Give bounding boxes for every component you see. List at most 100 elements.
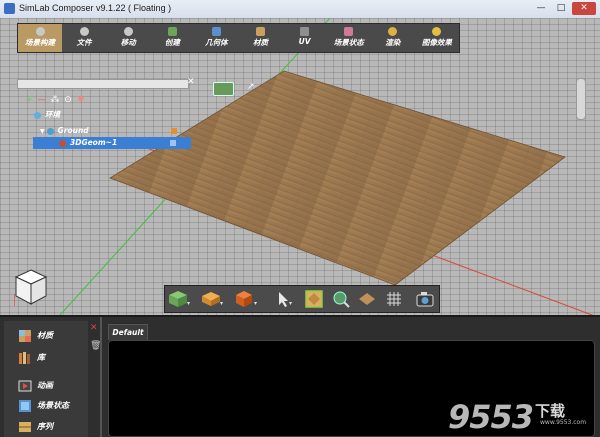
link-icon[interactable]: ⁂ <box>50 95 60 105</box>
trash-icon[interactable]: 🗑 <box>90 341 101 351</box>
site-watermark-sub: 下载 <box>535 402 566 420</box>
close-button[interactable]: ✕ <box>572 2 596 15</box>
tree-node-3dgeom[interactable]: 3DGeom~1 <box>33 137 191 149</box>
tab-default[interactable]: Default <box>108 324 148 340</box>
tab-image-effect[interactable]: 图像效果 <box>415 24 459 52</box>
tab-label: 移动 <box>120 38 136 47</box>
zoom-fit-icon[interactable] <box>332 290 350 308</box>
create-icon <box>167 27 177 36</box>
library-item-materials[interactable]: 材质 <box>4 327 88 345</box>
view-cube-icon[interactable]: ▾ <box>168 290 190 308</box>
tab-label: UV <box>298 37 311 46</box>
panel-splitter[interactable] <box>100 317 102 437</box>
scene-build-icon <box>35 27 45 36</box>
shading-mode-icon[interactable]: ▾ <box>201 290 223 308</box>
texture-select-icon[interactable] <box>305 290 323 308</box>
lock-icon[interactable] <box>170 140 176 146</box>
tab-label: 图像效果 <box>421 38 452 47</box>
tree-node-label: 3DGeom~1 <box>70 138 118 147</box>
grid-toggle-icon[interactable] <box>385 290 403 308</box>
tree-node-label: Ground <box>57 126 89 135</box>
image-effect-icon <box>432 27 442 36</box>
tab-render[interactable]: 渲染 <box>371 24 415 52</box>
tab-label: 渲染 <box>385 38 401 47</box>
environment-icon <box>34 111 41 119</box>
tab-create[interactable]: 创建 <box>150 24 194 52</box>
viewport-toolbar: ▾ ▾ ▾ ▾ <box>164 285 440 313</box>
window-title: SimLab Composer v9.1.22 ( Floating ) <box>19 3 172 13</box>
site-watermark-url: www.9553.com <box>540 419 587 426</box>
library-item-scene-states[interactable]: 场景状态 <box>4 397 88 415</box>
minimize-button[interactable]: — <box>532 2 550 15</box>
file-icon <box>79 27 89 36</box>
library-item-label: 库 <box>37 353 45 362</box>
scene-search-input[interactable] <box>17 79 189 89</box>
svg-text:▾: ▾ <box>220 300 223 307</box>
library-item-label: 材质 <box>37 331 53 340</box>
collapse-arrow-icon[interactable]: ▼ <box>40 128 45 135</box>
tree-node-label: 环境 <box>45 110 60 119</box>
tab-scene-build[interactable]: 场景构建 <box>18 24 63 52</box>
remove-icon[interactable]: — <box>37 95 47 105</box>
maximize-button[interactable]: □ <box>552 2 570 15</box>
material-icon <box>256 27 266 36</box>
panel-side-tools: ✕ 🗑 <box>90 323 101 351</box>
library-item-label: 场景状态 <box>37 401 69 410</box>
scene-tree-toolbar: + — ⁂ ⊙ ✱ <box>24 95 86 105</box>
svg-text:▾: ▾ <box>254 300 257 307</box>
sequence-icon <box>19 422 31 432</box>
tab-label: 文件 <box>76 38 92 47</box>
move-icon <box>123 27 133 36</box>
library-list: 材质 库 动画 场景状态 序列 <box>4 321 88 437</box>
tab-uv[interactable]: UV <box>283 24 327 52</box>
geometry-icon <box>211 27 221 36</box>
scene-state-icon <box>344 27 354 36</box>
library-item-sequence[interactable]: 序列 <box>4 418 88 436</box>
tools-icon[interactable]: ✱ <box>76 95 86 105</box>
floor-material-icon[interactable] <box>358 290 376 308</box>
library-item-label: 动画 <box>37 381 53 390</box>
lock-icon[interactable] <box>171 128 177 134</box>
navigation-cube[interactable] <box>14 268 48 308</box>
tab-geometry[interactable]: 几何体 <box>194 24 238 52</box>
tab-file[interactable]: 文件 <box>62 24 106 52</box>
camera-icon[interactable] <box>213 82 234 96</box>
tab-move[interactable]: 移动 <box>106 24 150 52</box>
uv-icon <box>300 27 310 36</box>
scene-states-icon <box>19 400 31 412</box>
clear-search-icon[interactable]: ✕ <box>187 77 195 87</box>
tree-node-environment[interactable]: 环境 <box>34 110 60 120</box>
viewport-scene <box>59 18 594 315</box>
main-menu-toolbar: 场景构建 文件 移动 创建 几何体 材质 UV 场景状态 渲染 图像效果 <box>17 23 460 53</box>
materials-icon <box>19 330 31 342</box>
svg-text:▾: ▾ <box>187 300 190 307</box>
zoom-icon[interactable]: ⊙ <box>63 95 73 105</box>
title-bar: SimLab Composer v9.1.22 ( Floating ) — □… <box>0 0 600 19</box>
wooden-floor-plane <box>110 71 565 285</box>
tree-node-ground[interactable]: ▼ Ground <box>40 126 177 136</box>
tab-label: 场景状态 <box>333 38 364 47</box>
tab-label: 几何体 <box>205 38 228 47</box>
library-icon <box>19 352 30 364</box>
object-display-icon[interactable]: ▾ <box>235 290 257 308</box>
geometry-node-icon <box>59 139 66 147</box>
tab-material[interactable]: 材质 <box>238 24 282 52</box>
3d-viewport[interactable]: 场景构建 文件 移动 创建 几何体 材质 UV 场景状态 渲染 图像效果 ✕ ↗… <box>0 18 600 315</box>
render-icon <box>388 27 398 36</box>
tab-scene-state[interactable]: 场景状态 <box>327 24 371 52</box>
library-item-animation[interactable]: 动画 <box>4 377 88 395</box>
tab-label: 场景构建 <box>25 38 56 47</box>
svg-text:▾: ▾ <box>289 300 292 307</box>
library-item-library[interactable]: 库 <box>4 349 88 367</box>
ground-icon <box>46 127 54 135</box>
screenshot-camera-icon[interactable] <box>415 290 435 308</box>
site-watermark: 9553 <box>448 398 534 436</box>
tab-label: 材质 <box>253 38 269 47</box>
side-panel-handle[interactable] <box>576 78 586 120</box>
select-arrow-icon[interactable]: ▾ <box>275 290 295 308</box>
library-item-label: 序列 <box>37 422 53 431</box>
animation-icon <box>18 380 32 392</box>
add-icon[interactable]: + <box>24 95 34 105</box>
expand-icon[interactable]: ↗ <box>247 82 255 92</box>
delete-icon[interactable]: ✕ <box>90 323 100 333</box>
